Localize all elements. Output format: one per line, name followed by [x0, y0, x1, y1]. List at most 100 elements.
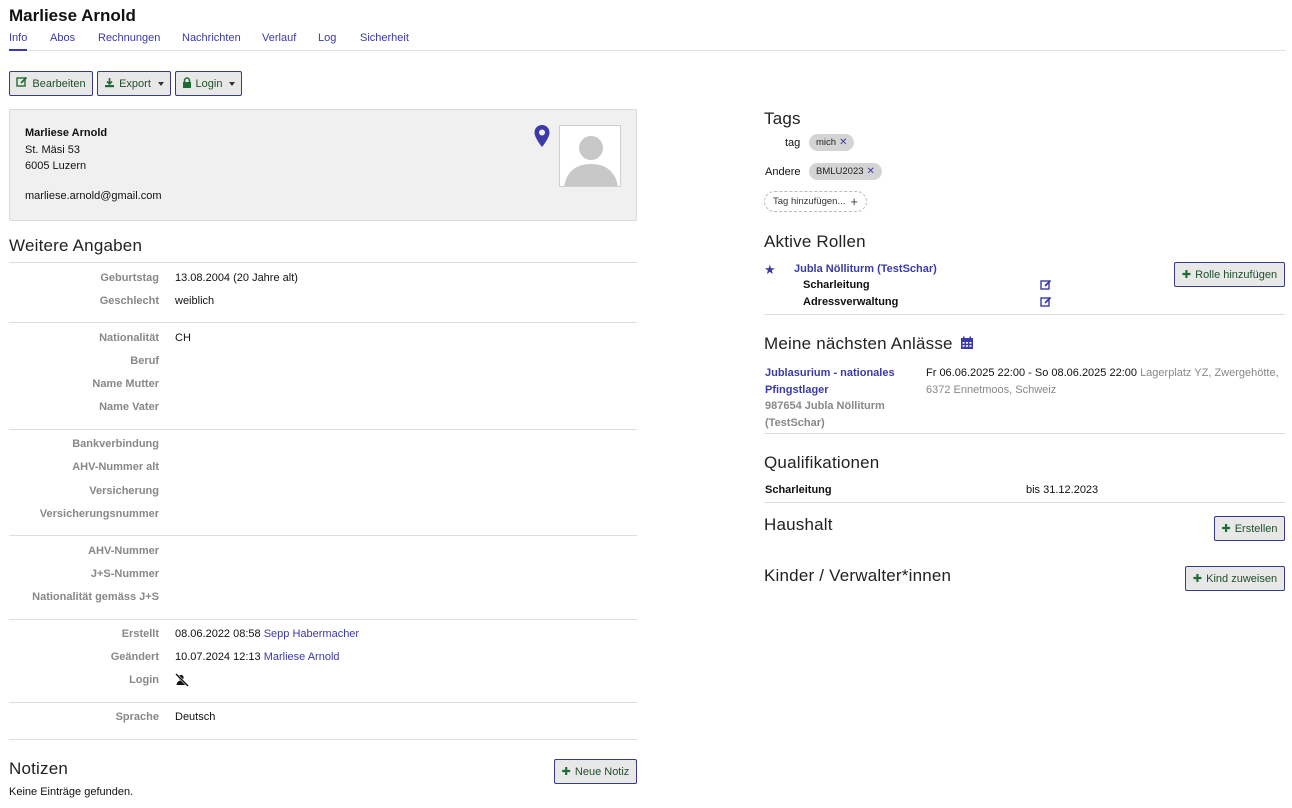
divider	[9, 262, 637, 263]
contact-street: St. Mäsi 53	[25, 144, 81, 156]
edit-button-label: Bearbeiten	[32, 77, 86, 90]
divider	[9, 619, 637, 620]
event-location-line2: 6372 Ennetmoos, Schweiz	[926, 384, 1057, 396]
event-group-line2: (TestSchar)	[765, 417, 825, 429]
lock-icon	[182, 76, 192, 91]
section-heading-children: Kinder / Verwalter*innen	[764, 566, 952, 585]
ahv-label: AHV-Nummer	[88, 545, 159, 557]
section-heading-roles: Aktive Rollen	[764, 232, 866, 251]
event-group-line1: 987654 Jubla Nölliturm	[765, 400, 885, 412]
map-pin-icon[interactable]	[533, 124, 551, 151]
divider	[764, 433, 1285, 434]
divider	[764, 314, 1285, 315]
language-label: Sprache	[115, 711, 159, 723]
contact-card: Marliese Arnold St. Mäsi 53 6005 Luzern …	[9, 109, 637, 221]
tag-group-label: tag	[785, 137, 801, 149]
tab-rechnungen[interactable]: Rechnungen	[98, 31, 160, 51]
changed-timestamp: 10.07.2024 12:13	[175, 651, 261, 663]
remove-tag-icon[interactable]: ✕	[839, 137, 847, 148]
section-heading-tags: Tags	[764, 109, 801, 128]
tab-verlauf[interactable]: Verlauf	[262, 31, 296, 51]
contact-city: 6005 Luzern	[25, 160, 87, 172]
father-name-label: Name Vater	[99, 401, 159, 413]
language-value: Deutsch	[175, 711, 216, 723]
changed-label: Geändert	[110, 651, 159, 663]
created-label: Erstellt	[121, 628, 159, 640]
birthday-label: Geburtstag	[100, 272, 159, 284]
add-note-button[interactable]: ✚ Neue Notiz	[554, 759, 637, 784]
export-button-label: Export	[119, 77, 151, 90]
add-role-button[interactable]: ✚ Rolle hinzufügen	[1174, 262, 1285, 287]
plus-icon: ✚	[1192, 573, 1203, 585]
plus-icon: ✚	[1221, 523, 1231, 535]
changed-value: 10.07.2024 12:13 Marliese Arnold	[175, 651, 340, 663]
divider	[764, 502, 1285, 503]
plus-icon: +	[850, 194, 858, 209]
export-dropdown-button[interactable]: Export	[97, 71, 171, 96]
calendar-icon[interactable]	[960, 335, 974, 355]
gender-label: Geschlecht	[99, 295, 159, 307]
section-heading-details: Weitere Angaben	[9, 236, 143, 255]
login-disabled-icon	[175, 673, 189, 690]
tag-chip-label: mich	[816, 137, 837, 148]
mother-name-label: Name Mutter	[92, 378, 159, 390]
add-tag-button[interactable]: Tag hinzufügen... +	[764, 191, 867, 212]
create-household-button[interactable]: ✚ Erstellen	[1214, 516, 1285, 541]
section-heading-qualifications: Qualifikationen	[764, 453, 880, 472]
tab-log[interactable]: Log	[318, 31, 336, 51]
event-name-link[interactable]: Jublasurium - nationales Pfingstlager	[765, 365, 895, 399]
login-button-label: Login	[195, 77, 223, 90]
tab-info[interactable]: Info	[9, 31, 28, 51]
add-tag-label: Tag hinzufügen...	[773, 196, 846, 207]
login-label: Login	[129, 674, 159, 686]
add-role-label: Rolle hinzufügen	[1195, 268, 1278, 281]
created-by-link[interactable]: Sepp Habermacher	[264, 628, 359, 640]
plus-icon: ✚	[561, 766, 571, 778]
tab-abos[interactable]: Abos	[50, 31, 75, 51]
tab-bar: Info Abos Rechnungen Nachrichten Verlauf…	[9, 31, 1286, 51]
job-label: Beruf	[130, 355, 159, 367]
created-timestamp: 08.06.2022 08:58	[175, 628, 261, 640]
js-number-label: J+S-Nummer	[90, 568, 159, 580]
divider	[9, 702, 637, 703]
contact-name: Marliese Arnold	[25, 127, 108, 139]
assign-child-label: Kind zuweisen	[1206, 572, 1278, 585]
edit-icon	[16, 76, 28, 91]
divider	[9, 535, 637, 536]
changed-by-link[interactable]: Marliese Arnold	[264, 651, 340, 663]
tab-nachrichten[interactable]: Nachrichten	[182, 31, 241, 51]
page-title: Marliese Arnold	[9, 6, 136, 25]
create-household-label: Erstellen	[1234, 522, 1278, 535]
login-dropdown-button[interactable]: Login	[175, 71, 242, 96]
tag-group-label: Andere	[765, 166, 801, 178]
tag-chip: mich ✕	[809, 134, 855, 151]
nationality-value: CH	[175, 332, 191, 344]
avatar	[559, 125, 621, 187]
remove-tag-icon[interactable]: ✕	[867, 166, 875, 177]
edit-role-icon[interactable]	[1040, 279, 1052, 294]
chevron-down-icon	[229, 81, 236, 86]
event-location-line1: Lagerplatz YZ, Zwergehötte,	[1140, 367, 1279, 379]
edit-role-icon[interactable]	[1040, 296, 1052, 311]
tag-chip: BMLU2023 ✕	[809, 163, 882, 180]
js-nationality-label: Nationalität gemäss J+S	[32, 591, 159, 603]
event-name-line2: Pfingstlager	[765, 384, 829, 396]
section-heading-household: Haushalt	[764, 515, 833, 534]
event-group: 987654 Jubla Nölliturm (TestSchar)	[765, 398, 885, 432]
contact-email-link[interactable]: marliese.arnold@gmail.com	[25, 190, 162, 202]
chevron-down-icon	[157, 81, 164, 86]
assign-child-button[interactable]: ✚ Kind zuweisen	[1185, 566, 1285, 591]
role-item: Adressverwaltung	[803, 296, 899, 308]
qualification-valid: bis 31.12.2023	[1026, 484, 1099, 496]
divider	[9, 322, 637, 323]
event-details: Fr 06.06.2025 22:00 - So 08.06.2025 22:0…	[926, 365, 1286, 399]
star-icon: ★	[764, 262, 776, 277]
events-heading-text: Meine nächsten Anlässe	[764, 334, 953, 353]
role-group-link[interactable]: Jubla Nölliturm (TestSchar)	[794, 263, 937, 275]
event-dates: Fr 06.06.2025 22:00 - So 08.06.2025 22:0…	[926, 367, 1137, 379]
edit-button[interactable]: Bearbeiten	[9, 71, 93, 96]
add-note-label: Neue Notiz	[574, 765, 630, 778]
tab-sicherheit[interactable]: Sicherheit	[360, 31, 409, 51]
created-value: 08.06.2022 08:58 Sepp Habermacher	[175, 628, 359, 640]
insurance-number-label: Versicherungsnummer	[39, 508, 159, 520]
